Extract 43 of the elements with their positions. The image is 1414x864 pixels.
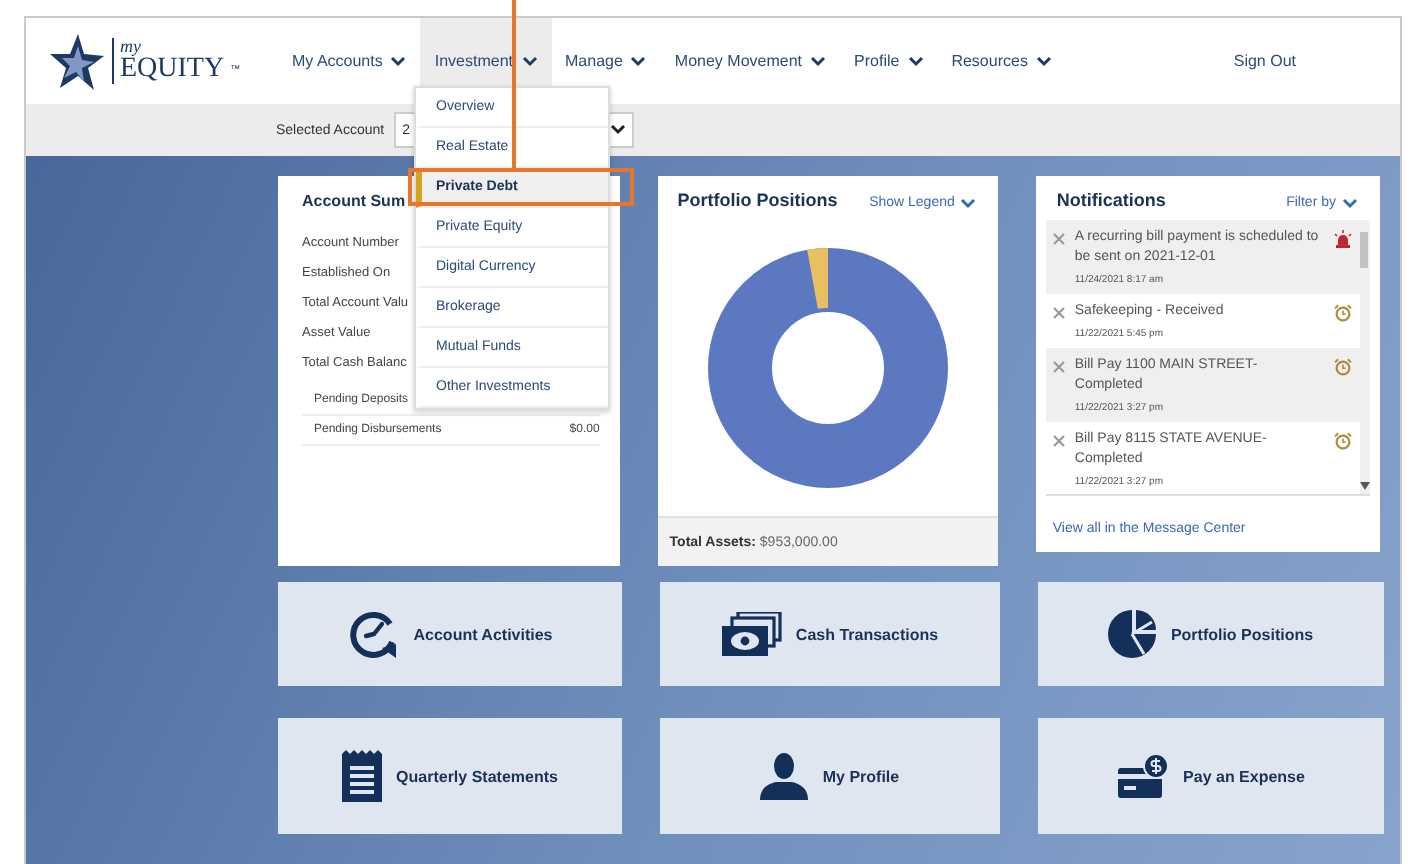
- shortcut-tile[interactable]: My Profile: [660, 718, 1000, 834]
- person-icon: [760, 752, 809, 800]
- nav-item[interactable]: Money Movement: [660, 18, 841, 104]
- card-coin-icon: [1117, 754, 1170, 798]
- alarm-clock-icon: [1334, 304, 1352, 322]
- chevron-down-icon: [960, 197, 977, 209]
- chevron-down-icon: [907, 55, 924, 67]
- nav-item[interactable]: Profile: [840, 18, 938, 104]
- shortcut-tile[interactable]: Pay an Expense: [1038, 718, 1384, 834]
- close-icon: [1052, 360, 1067, 374]
- logo-brand: EQUITY: [120, 56, 225, 84]
- chevron-down-icon: [390, 55, 407, 67]
- chevron-down-icon: [810, 55, 827, 67]
- chevron-down-icon: [521, 55, 537, 67]
- chevron-down-icon: [630, 55, 647, 67]
- cash-stack-icon: [721, 612, 782, 656]
- card-title: Account Sum: [302, 192, 408, 210]
- close-icon: [1052, 434, 1067, 448]
- scroll-down-icon: [1360, 482, 1370, 490]
- shortcut-tile[interactable]: Cash Transactions: [660, 582, 1000, 686]
- document-icon: [342, 750, 383, 802]
- nav-item[interactable]: My Accounts: [278, 18, 421, 104]
- pie-chart-icon: [1108, 610, 1157, 658]
- shortcut-tile[interactable]: Account Activities: [278, 582, 622, 686]
- close-icon: [1052, 306, 1067, 320]
- close-icon: [1052, 232, 1067, 246]
- clock-arrow-icon: [347, 608, 400, 660]
- alarm-clock-icon: [1334, 432, 1352, 450]
- sign-out-link[interactable]: Sign Out: [1233, 52, 1296, 70]
- chevron-down-icon: [1035, 55, 1052, 67]
- nav-item[interactable]: Resources: [937, 18, 1066, 104]
- scrollbar-thumb[interactable]: [1360, 232, 1368, 268]
- alarm-light-icon: [1334, 230, 1352, 248]
- logo-tagline: my: [120, 38, 143, 56]
- shortcut-tile[interactable]: Portfolio Positions: [1038, 582, 1384, 686]
- shortcut-tile[interactable]: Quarterly Statements: [278, 718, 622, 834]
- star-icon: [50, 31, 106, 91]
- chevron-down-icon: [610, 124, 627, 136]
- card-title: Notifications: [1056, 190, 1166, 210]
- chevron-down-icon: [1342, 197, 1358, 209]
- card-title: Portfolio Positions: [677, 190, 838, 210]
- scrollbar[interactable]: [1360, 220, 1370, 494]
- alarm-clock-icon: [1334, 358, 1352, 376]
